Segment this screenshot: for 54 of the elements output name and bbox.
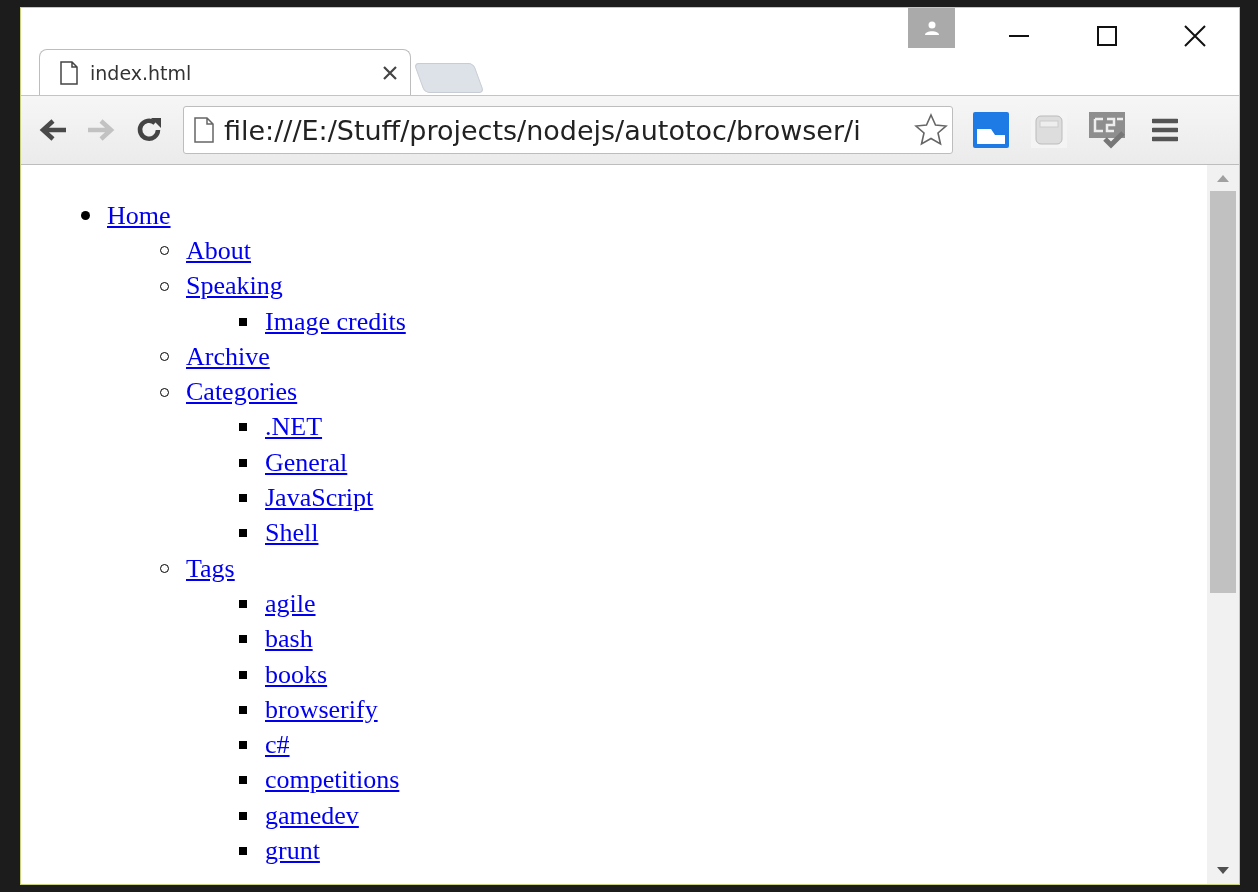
bullet-icon: [239, 847, 247, 855]
toc-link[interactable]: grunt: [265, 836, 320, 866]
bullet-icon: [239, 529, 247, 538]
toc-link[interactable]: Home: [107, 200, 171, 231]
toc-link[interactable]: competitions: [265, 765, 400, 796]
toc-link[interactable]: Image credits: [265, 306, 406, 337]
tab-title: index.html: [90, 61, 193, 84]
bullet-icon: [239, 741, 247, 750]
url-text: file:///E:/Stuff/projects/nodejs/autotoc/browser/i: [224, 114, 862, 146]
toc-link[interactable]: Categories: [186, 377, 298, 408]
calculator-icon: [1031, 112, 1067, 148]
extension-button[interactable]: [971, 110, 1011, 150]
bullet-icon: [239, 705, 247, 714]
scrollbar[interactable]: [1207, 165, 1239, 884]
maximize-icon: [1097, 26, 1117, 46]
minimize-icon: [1009, 35, 1029, 37]
bullet-icon: [239, 317, 247, 326]
address-bar[interactable]: file:///E:/Stuff/projects/nodejs/autotoc/browser/i: [183, 106, 953, 154]
bullet-icon: [239, 635, 247, 644]
toc-link[interactable]: browserify: [265, 694, 378, 725]
toc-link[interactable]: Tags: [186, 553, 235, 584]
toc-link[interactable]: books: [265, 659, 328, 690]
toc-link[interactable]: JavaScript: [265, 483, 374, 513]
toc-link[interactable]: General: [265, 447, 348, 478]
toc-link[interactable]: About: [186, 235, 251, 266]
bullet-icon: [239, 494, 247, 502]
window-icon: [972, 111, 1010, 149]
close-icon[interactable]: [382, 64, 398, 81]
star-icon[interactable]: [914, 113, 948, 147]
document-icon: [194, 117, 214, 143]
toc-link[interactable]: agile: [265, 588, 316, 619]
toc-link[interactable]: Archive: [186, 341, 270, 372]
document-icon: [60, 60, 78, 85]
toc-link[interactable]: gamedev: [265, 800, 359, 831]
toc-link[interactable]: Shell: [265, 518, 319, 549]
toc-link[interactable]: bash: [265, 624, 313, 655]
close-icon: [1184, 25, 1206, 47]
scroll-down-arrow-icon[interactable]: [1217, 866, 1229, 876]
profile-button[interactable]: [908, 8, 955, 48]
bullet-icon: [239, 599, 247, 608]
toc-link[interactable]: c#: [265, 730, 290, 761]
toc-link[interactable]: Speaking: [186, 271, 283, 302]
browser-tab[interactable]: index.html: [39, 49, 411, 95]
scrollbar-thumb[interactable]: [1210, 191, 1236, 593]
bullet-icon: [239, 670, 247, 679]
scroll-up-arrow-icon[interactable]: [1217, 173, 1229, 183]
person-icon: [923, 20, 940, 36]
bullet-icon: [239, 423, 247, 432]
bullet-icon: [239, 776, 247, 785]
menu-icon: [1152, 117, 1178, 143]
toc-link[interactable]: .NET: [265, 412, 323, 443]
bullet-icon: [239, 458, 247, 467]
bullet-icon: [239, 811, 247, 820]
bullet-icon: [81, 211, 90, 221]
